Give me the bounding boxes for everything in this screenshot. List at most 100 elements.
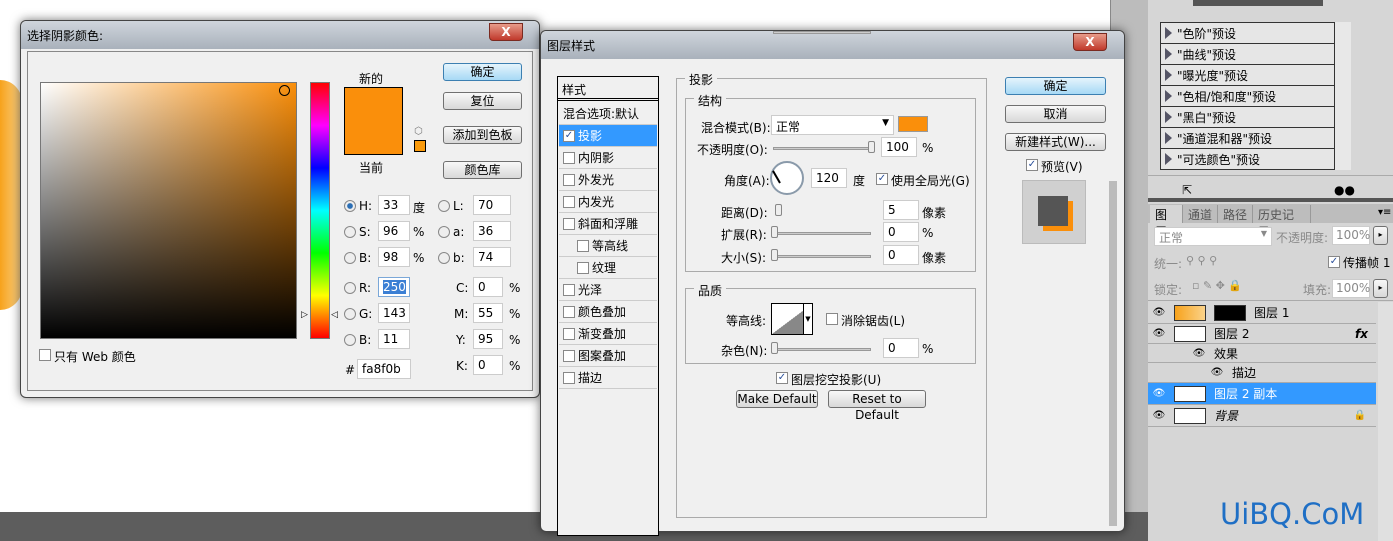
expand-triangle-icon[interactable] [1165,48,1172,60]
layer-row[interactable]: 👁 背景 🔒 [1148,405,1376,427]
hex-input[interactable]: fa8f0b [357,359,411,379]
b-radio[interactable] [344,252,356,264]
c-input[interactable]: 0 [473,277,503,297]
layer-row[interactable]: 👁 图层 2 副本 [1148,383,1376,405]
noise-slider[interactable] [773,348,871,351]
adjustment-icons-row[interactable] [1193,0,1323,6]
knockout-checkbox[interactable]: ✓ [776,372,788,384]
presets-scrollbar[interactable] [1335,22,1351,170]
fill-input[interactable]: 100% [1332,279,1370,298]
saturation-brightness-field[interactable] [40,82,297,339]
spread-slider-thumb[interactable] [771,226,778,238]
make-default-button[interactable]: Make Default [736,390,818,408]
lock-icons[interactable]: ▫ ✎ ✥ 🔒 [1192,279,1242,292]
gamut-cube-icon[interactable]: ⬡ [414,126,423,137]
anti-alias-checkbox[interactable] [826,313,838,325]
expand-triangle-icon[interactable] [1165,69,1172,81]
g-radio[interactable] [344,308,356,320]
style-checkbox[interactable] [563,195,575,208]
panel-splitter[interactable] [1148,198,1393,202]
fill-arrow-button[interactable]: ▸ [1373,279,1388,298]
tab-0[interactable]: 图层 [1150,205,1183,239]
return-to-list-icon[interactable]: ⇱ [1182,183,1192,197]
opacity-slider-thumb[interactable] [868,141,875,153]
hue-slider-left-arrow[interactable]: ▷ [301,310,308,320]
tab-2[interactable]: 路径 [1218,205,1253,223]
style-item[interactable]: 等高线 [559,235,657,257]
layer-row[interactable]: 👁 描边 [1148,363,1376,383]
opacity-slider[interactable] [773,147,875,150]
spread-input[interactable]: 0 [883,222,919,242]
style-item[interactable]: ✓ 投影 [559,125,657,147]
angle-input[interactable]: 120 [811,168,847,188]
eye-icon[interactable]: 👁 [1188,348,1210,359]
adjustment-preset-item[interactable]: "通道混和器"预设 [1161,128,1334,149]
ok-button[interactable]: 确定 [1005,77,1106,95]
reset-to-default-button[interactable]: Reset to Default [828,390,926,422]
m-input[interactable]: 55 [473,303,503,323]
adjustment-preset-item[interactable]: "色阶"预设 [1161,23,1334,44]
style-item[interactable]: 内发光 [559,191,657,213]
adjustment-preset-item[interactable]: "曝光度"预设 [1161,65,1334,86]
noise-input[interactable]: 0 [883,338,919,358]
adjustment-preset-item[interactable]: "色相/饱和度"预设 [1161,86,1334,107]
panel-menu-icon[interactable]: ▾≡ [1378,207,1391,218]
style-checkbox[interactable] [577,261,589,274]
tab-3[interactable]: 历史记录 [1253,205,1311,239]
adjustment-preset-item[interactable]: "曲线"预设 [1161,44,1334,65]
new-current-swatch[interactable] [344,87,403,155]
expand-triangle-icon[interactable] [1165,111,1172,123]
lab-b-radio[interactable] [438,252,450,264]
style-item[interactable]: 内阴影 [559,147,657,169]
angle-dial[interactable] [770,161,804,195]
size-input[interactable]: 0 [883,245,919,265]
expand-triangle-icon[interactable] [1165,27,1172,39]
l-input[interactable]: 70 [473,195,511,215]
unify-icons[interactable]: ⚲ ⚲ ⚲ [1186,254,1217,267]
style-checkbox[interactable] [563,327,575,340]
close-button[interactable]: X [1073,33,1107,51]
style-checkbox[interactable] [563,349,575,362]
distance-input[interactable]: 5 [883,200,919,220]
layer-name[interactable]: 图层 2 [1214,325,1249,342]
reset-button[interactable]: 复位 [443,92,522,110]
close-button[interactable]: X [489,23,523,41]
l-radio[interactable] [438,200,450,212]
new-style-button[interactable]: 新建样式(W)... [1005,133,1106,151]
web-safe-swatch[interactable] [414,140,426,152]
b-input[interactable]: 98 [378,247,410,267]
style-item[interactable]: 图案叠加 [559,345,657,367]
style-item[interactable]: 渐变叠加 [559,323,657,345]
preview-checkbox[interactable]: ✓ [1026,159,1038,171]
layers-scrollbar[interactable] [1378,302,1393,541]
spread-slider[interactable] [773,232,871,235]
eye-icon[interactable]: 👁 [1148,328,1170,339]
style-blend-options[interactable]: 混合选项:默认 [559,103,657,125]
color-libraries-button[interactable]: 颜色库 [443,161,522,179]
eye-icon[interactable]: 👁 [1206,367,1228,378]
style-checkbox[interactable] [563,371,575,384]
lab-b-input[interactable]: 74 [473,247,511,267]
a-radio[interactable] [438,226,450,238]
style-checkbox[interactable] [563,283,575,296]
style-item[interactable]: 描边 [559,367,657,389]
size-slider[interactable] [773,255,871,258]
contour-picker[interactable]: ▼ [771,303,813,335]
style-checkbox[interactable] [563,217,575,230]
color-marker[interactable] [279,85,290,96]
fx-icon[interactable]: fx [1355,327,1368,341]
blend-mode-dropdown[interactable]: 正常 ▼ [1154,227,1272,246]
global-light-checkbox[interactable]: ✓ [876,173,888,185]
r-radio[interactable] [344,282,356,294]
layer-name[interactable]: 描边 [1232,364,1256,381]
layer-row[interactable]: 👁 效果 [1148,344,1376,363]
h-radio[interactable] [344,200,356,212]
adjustment-preset-item[interactable]: "可选颜色"预设 [1161,149,1334,170]
opacity-input[interactable]: 100 [881,137,917,157]
style-checkbox[interactable] [577,239,589,252]
visibility-cycle-icon[interactable]: ●● [1334,183,1355,197]
r-input[interactable]: 250 [378,277,410,297]
eye-icon[interactable]: 👁 [1148,307,1170,318]
style-checkbox[interactable]: ✓ [563,129,575,142]
expand-triangle-icon[interactable] [1165,90,1172,102]
